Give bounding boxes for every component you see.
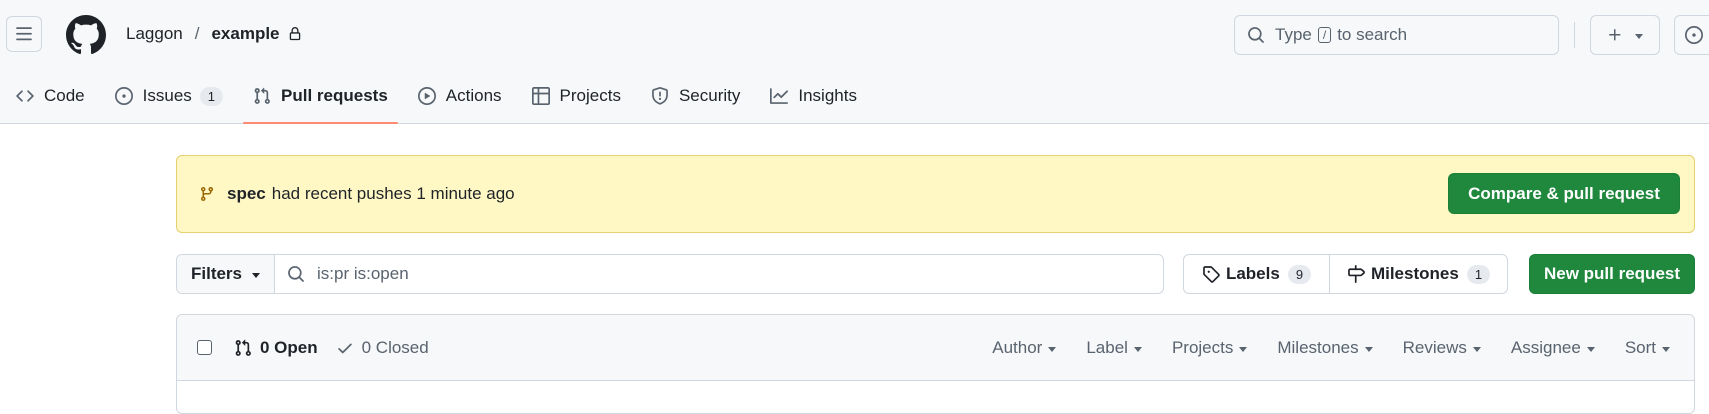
chevron-down-icon <box>1472 346 1481 352</box>
tab-issues[interactable]: Issues 1 <box>105 76 233 116</box>
your-issues-button[interactable] <box>1674 15 1709 55</box>
git-pull-request-icon <box>254 87 270 104</box>
reviews-filter-label: Reviews <box>1402 338 1467 357</box>
projects-filter-label: Projects <box>1171 338 1234 357</box>
assignee-filter[interactable]: Assignee <box>1511 338 1595 358</box>
graph-icon <box>770 88 789 104</box>
github-logo-icon[interactable] <box>66 15 106 55</box>
tab-code[interactable]: Code <box>0 76 95 116</box>
closed-filter-link[interactable]: 0 Closed <box>336 338 429 358</box>
labels-label: Labels <box>1225 264 1280 283</box>
chevron-down-icon <box>1239 346 1248 352</box>
label-filter[interactable]: Label <box>1086 338 1142 358</box>
label-filter-label: Label <box>1086 338 1128 357</box>
reviews-filter[interactable]: Reviews <box>1403 338 1481 358</box>
labels-button[interactable]: Labels 9 <box>1184 255 1330 293</box>
chevron-down-icon <box>1364 346 1373 352</box>
open-filter-link[interactable]: 0 Open <box>234 338 318 358</box>
app-header: Laggon / example Type / to search Code I… <box>0 0 1709 124</box>
milestones-counter: 1 <box>1466 264 1491 284</box>
menu-button[interactable] <box>6 16 42 52</box>
lock-icon <box>288 27 302 41</box>
code-icon <box>16 90 34 102</box>
tab-insights[interactable]: Insights <box>760 76 867 116</box>
search-placeholder-suffix: to search <box>1337 25 1408 44</box>
tab-label: Insights <box>798 86 857 105</box>
issue-opened-icon <box>1685 26 1703 44</box>
select-all-checkbox[interactable] <box>197 340 212 355</box>
repo-nav-tabs: Code Issues 1 Pull requests Actions Proj… <box>0 76 877 124</box>
milestone-icon <box>1348 265 1365 283</box>
closed-count: 0 Closed <box>361 337 429 357</box>
tab-pull-requests[interactable]: Pull requests <box>243 76 398 124</box>
milestones-button[interactable]: Milestones 1 <box>1330 255 1507 293</box>
chevron-down-icon <box>1133 346 1142 352</box>
chevron-down-icon <box>1048 346 1057 352</box>
filter-query: is:pr is:open <box>317 264 409 283</box>
filters-button[interactable]: Filters <box>177 255 275 293</box>
header-divider <box>1574 22 1575 48</box>
banner-message: had recent pushes 1 minute ago <box>271 184 515 203</box>
search-placeholder-prefix: Type <box>1275 25 1312 44</box>
tab-security[interactable]: Security <box>641 76 750 116</box>
projects-filter[interactable]: Projects <box>1171 338 1248 358</box>
hamburger-icon <box>16 27 32 41</box>
tab-label: Pull requests <box>281 86 388 105</box>
list-header: 0 Open 0 Closed Author Label Projects Mi… <box>177 315 1694 381</box>
pull-request-list: 0 Open 0 Closed Author Label Projects Mi… <box>176 314 1695 414</box>
tag-icon <box>1203 266 1220 283</box>
assignee-filter-label: Assignee <box>1510 338 1581 357</box>
author-filter-label: Author <box>992 338 1043 357</box>
tab-label: Issues <box>142 86 192 105</box>
search-input[interactable]: Type / to search <box>1234 15 1559 55</box>
issue-opened-icon <box>114 87 133 105</box>
breadcrumb: Laggon / example <box>126 24 302 44</box>
filter-bar: Filters is:pr is:open <box>176 254 1164 294</box>
repo-name-link[interactable]: example <box>211 24 279 44</box>
new-pull-request-button[interactable]: New pull request <box>1529 254 1695 294</box>
chevron-down-icon <box>1662 346 1670 352</box>
create-new-button[interactable] <box>1590 15 1660 55</box>
table-icon <box>531 87 550 105</box>
milestones-filter[interactable]: Milestones <box>1277 338 1373 358</box>
labels-counter: 9 <box>1287 264 1312 284</box>
chevron-down-icon <box>1635 33 1643 39</box>
issues-counter: 1 <box>199 86 224 106</box>
repo-owner-link[interactable]: Laggon <box>126 24 183 44</box>
sort-filter-label: Sort <box>1624 338 1656 357</box>
tab-label: Code <box>44 86 85 105</box>
author-filter[interactable]: Author <box>992 338 1057 358</box>
search-icon <box>288 266 304 282</box>
tab-projects[interactable]: Projects <box>522 76 631 116</box>
git-branch-icon <box>199 186 215 202</box>
tab-label: Security <box>678 86 741 105</box>
check-icon <box>337 343 352 353</box>
tab-actions[interactable]: Actions <box>408 76 512 116</box>
tab-label: Projects <box>559 86 621 105</box>
search-icon <box>1248 27 1264 43</box>
open-count: 0 Open <box>260 337 318 357</box>
tab-label: Actions <box>445 86 502 105</box>
chevron-down-icon <box>252 272 261 278</box>
labels-milestones-group: Labels 9 Milestones 1 <box>1183 254 1508 294</box>
git-pull-request-icon <box>235 339 251 356</box>
milestones-filter-label: Milestones <box>1277 338 1359 357</box>
search-shortcut-key: / <box>1317 27 1332 43</box>
breadcrumb-separator: / <box>194 24 200 43</box>
shield-icon <box>652 87 668 105</box>
sort-filters: Author Label Projects Milestones Reviews… <box>992 315 1694 381</box>
branch-name[interactable]: spec <box>227 184 266 204</box>
milestones-label: Milestones <box>1370 264 1459 283</box>
compare-pull-request-button[interactable]: Compare & pull request <box>1448 173 1680 214</box>
play-icon <box>417 87 436 105</box>
chevron-down-icon <box>1586 346 1595 352</box>
filters-label: Filters <box>190 264 243 283</box>
plus-icon <box>1609 29 1621 41</box>
sort-filter[interactable]: Sort <box>1625 338 1670 358</box>
filter-search-input[interactable]: is:pr is:open <box>275 255 1163 293</box>
